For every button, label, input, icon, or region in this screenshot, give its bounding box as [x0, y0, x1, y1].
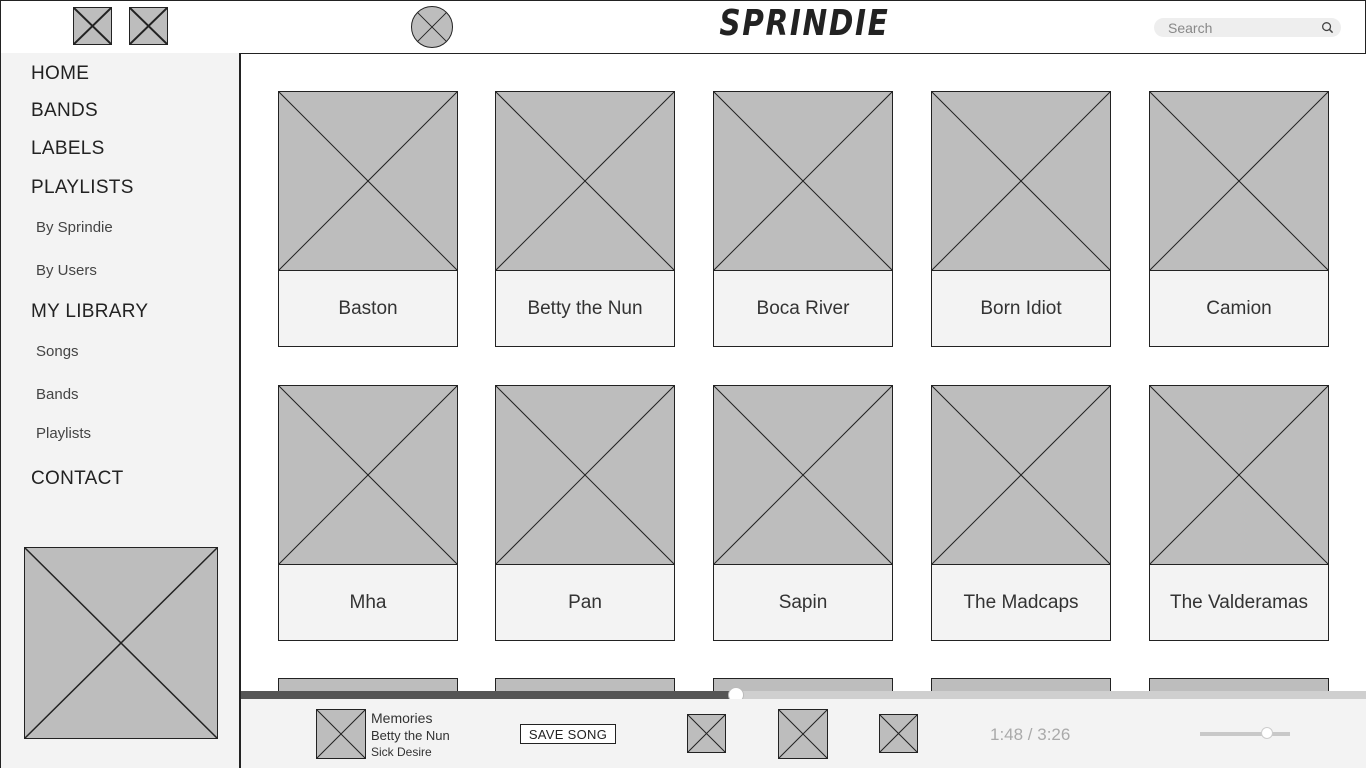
search-input[interactable] [1168, 19, 1318, 36]
save-song-button[interactable]: SAVE SONG [520, 724, 616, 744]
previous-track-icon[interactable] [687, 714, 726, 753]
nav-contact[interactable]: CONTACT [31, 468, 124, 490]
band-name[interactable]: Baston [278, 271, 458, 347]
band-image-placeholder-icon[interactable] [1149, 385, 1329, 565]
band-image-placeholder-icon[interactable] [278, 385, 458, 565]
band-name[interactable]: Camion [1149, 271, 1329, 347]
image-placeholder-icon[interactable] [73, 7, 112, 45]
play-pause-icon[interactable] [778, 709, 828, 759]
song-progress-bar[interactable] [241, 687, 1366, 703]
nav-library-songs[interactable]: Songs [36, 343, 79, 360]
track-artist[interactable]: Betty the Nun [371, 728, 450, 743]
app-header: SPRINDIE [0, 0, 1366, 54]
nav-library-bands[interactable]: Bands [36, 386, 79, 403]
nav-library-playlists[interactable]: Playlists [36, 425, 91, 442]
band-name[interactable]: Mha [278, 565, 458, 641]
search-icon[interactable] [1321, 21, 1334, 34]
nav-playlists-by-users[interactable]: By Users [36, 262, 97, 279]
band-image-placeholder-icon[interactable] [495, 91, 675, 271]
band-name[interactable]: The Madcaps [931, 565, 1111, 641]
band-image-placeholder-icon[interactable] [278, 91, 458, 271]
next-track-icon[interactable] [879, 714, 918, 753]
sidebar-art-placeholder-icon [24, 547, 218, 739]
volume-slider[interactable] [1200, 727, 1290, 739]
band-name[interactable]: Pan [495, 565, 675, 641]
band-image-placeholder-icon[interactable] [495, 385, 675, 565]
album-art-placeholder-icon [316, 709, 366, 759]
band-name[interactable]: Sapin [713, 565, 893, 641]
band-name[interactable]: Born Idiot [931, 271, 1111, 347]
track-title: Memories [371, 710, 433, 726]
nav-bands[interactable]: BANDS [31, 100, 98, 122]
track-album[interactable]: Sick Desire [371, 745, 432, 759]
band-name[interactable]: Betty the Nun [495, 271, 675, 347]
nav-labels[interactable]: LABELS [31, 138, 105, 160]
volume-handle[interactable] [1260, 727, 1273, 739]
band-image-placeholder-icon[interactable] [931, 385, 1111, 565]
nav-home[interactable]: HOME [31, 63, 89, 85]
nav-my-library[interactable]: MY LIBRARY [31, 301, 148, 323]
band-image-placeholder-icon[interactable] [931, 91, 1111, 271]
image-placeholder-icon[interactable] [129, 7, 168, 45]
band-image-placeholder-icon[interactable] [713, 91, 893, 271]
band-image-placeholder-icon[interactable] [713, 385, 893, 565]
playback-time: 1:48 / 3:26 [990, 725, 1071, 744]
nav-playlists[interactable]: PLAYLISTS [31, 177, 134, 199]
band-name[interactable]: Boca River [713, 271, 893, 347]
band-image-placeholder-icon[interactable] [1149, 91, 1329, 271]
avatar-placeholder-icon[interactable] [411, 6, 453, 48]
nav-playlists-by-sprindie[interactable]: By Sprindie [36, 219, 113, 236]
search-bar[interactable] [1154, 18, 1341, 37]
sidebar: HOME BANDS LABELS PLAYLISTS By Sprindie … [0, 53, 241, 768]
band-name[interactable]: The Valderamas [1149, 565, 1329, 641]
app-logo[interactable]: SPRINDIE [719, 3, 887, 44]
progress-fill [241, 691, 736, 699]
